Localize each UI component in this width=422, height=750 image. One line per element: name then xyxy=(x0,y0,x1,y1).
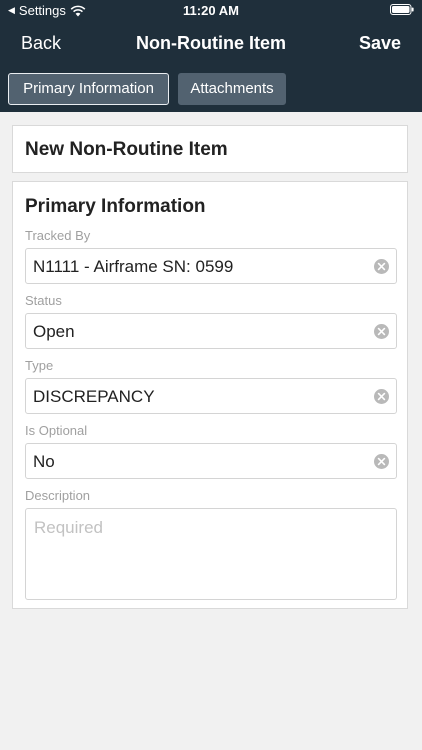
battery-icon xyxy=(390,4,414,15)
status-bar: ◀ Settings 11:20 AM xyxy=(0,0,422,22)
description-input[interactable]: Required xyxy=(25,508,397,600)
item-title-card: New Non-Routine Item xyxy=(12,125,408,173)
tab-primary-information[interactable]: Primary Information xyxy=(8,73,169,105)
status-time: 11:20 AM xyxy=(183,3,239,18)
description-placeholder: Required xyxy=(34,518,103,537)
tab-bar: Primary Information Attachments xyxy=(0,73,422,105)
is-optional-label: Is Optional xyxy=(25,423,88,438)
is-optional-field[interactable]: No xyxy=(25,443,397,479)
tracked-by-value: N1111 - Airframe SN: 0599 xyxy=(33,257,234,276)
type-label: Type xyxy=(25,358,54,373)
clear-icon[interactable] xyxy=(374,324,389,339)
description-label: Description xyxy=(25,488,91,503)
status-value: Open xyxy=(33,322,75,341)
status-field[interactable]: Open xyxy=(25,313,397,349)
primary-information-card: Primary Information Tracked By N1111 - A… xyxy=(12,181,408,609)
clear-icon[interactable] xyxy=(374,454,389,469)
save-button[interactable]: Save xyxy=(359,33,401,54)
type-value: DISCREPANCY xyxy=(33,387,155,406)
item-title: New Non-Routine Item xyxy=(25,139,228,160)
navigation-bar: Back Non-Routine Item Save xyxy=(0,24,422,62)
status-label: Status xyxy=(25,293,62,308)
clear-icon[interactable] xyxy=(374,389,389,404)
app-header: ◀ Settings 11:20 AM Back Non-Routine Ite… xyxy=(0,0,422,112)
tracked-by-field[interactable]: N1111 - Airframe SN: 0599 xyxy=(25,248,397,284)
tracked-by-label: Tracked By xyxy=(25,228,91,243)
clear-icon[interactable] xyxy=(374,259,389,274)
is-optional-value: No xyxy=(33,452,55,471)
type-field[interactable]: DISCREPANCY xyxy=(25,378,397,414)
tab-attachments[interactable]: Attachments xyxy=(178,73,286,105)
section-title: Primary Information xyxy=(25,196,206,217)
